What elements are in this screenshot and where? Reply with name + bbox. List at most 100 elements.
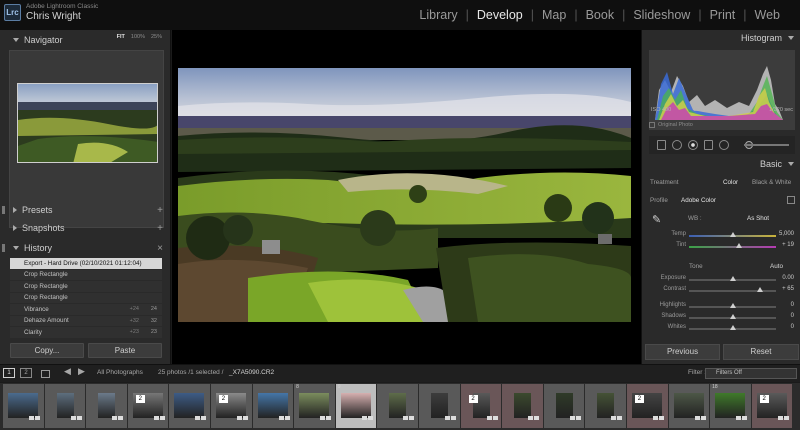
module-web[interactable]: Web	[755, 8, 780, 22]
filmstrip-thumbnail[interactable]	[252, 384, 294, 428]
slider-knob[interactable]	[729, 314, 736, 319]
slider-knob[interactable]	[757, 287, 764, 292]
original-photo-checkbox[interactable]	[649, 122, 655, 128]
filmstrip-thumbnail[interactable]: 2	[210, 384, 252, 428]
module-book[interactable]: Book	[586, 8, 615, 22]
zoom-fit[interactable]: FIT	[117, 34, 125, 40]
filmstrip-thumbnail[interactable]	[3, 384, 44, 428]
slider-knob[interactable]	[729, 276, 736, 281]
slider-exposure[interactable]: Exposure 0.00	[642, 275, 800, 285]
module-map[interactable]: Map	[542, 8, 566, 22]
tone-auto-button[interactable]: Auto	[770, 263, 783, 270]
graduated-filter-icon[interactable]	[704, 140, 713, 150]
paste-button[interactable]: Paste	[88, 343, 162, 358]
main-window-button[interactable]: 1	[3, 368, 15, 378]
snapshots-header[interactable]: Snapshots +	[0, 220, 171, 236]
filmstrip-thumbnail[interactable]	[543, 384, 585, 428]
filmstrip-thumbnail[interactable]	[585, 384, 626, 428]
profile-browser-icon[interactable]	[787, 196, 795, 204]
module-library[interactable]: Library	[419, 8, 457, 22]
histogram-panel[interactable]: ISO 400 124 mm f / 10 1/320 sec	[649, 50, 795, 130]
filmstrip-thumbnail[interactable]: 2	[626, 384, 668, 428]
slider-value[interactable]: 0	[791, 313, 794, 319]
selected-filename[interactable]: _X7A5090.CR2	[229, 369, 274, 376]
slider-knob[interactable]	[729, 232, 736, 237]
clear-history-icon[interactable]: ×	[157, 243, 163, 254]
slider-value[interactable]: 0	[791, 324, 794, 330]
slider-knob[interactable]	[729, 325, 736, 330]
user-name[interactable]: Chris Wright	[26, 11, 81, 22]
slider-temp[interactable]: Temp 5,000	[642, 231, 800, 241]
histogram-title[interactable]: Histogram	[741, 33, 782, 43]
zoom-100[interactable]: 100%	[131, 34, 145, 40]
filter-select[interactable]: Filters Off	[705, 368, 797, 379]
previous-button[interactable]: Previous	[645, 344, 720, 360]
wb-select[interactable]: As Shot	[747, 215, 769, 222]
filmstrip-thumbnail[interactable]	[668, 384, 710, 428]
radial-filter-icon[interactable]	[719, 140, 729, 150]
history-item[interactable]: Clarity +23 23	[10, 327, 162, 338]
history-item[interactable]: Crop Rectangle	[10, 281, 162, 293]
slider-knob[interactable]	[735, 243, 742, 248]
brush-slider[interactable]	[744, 144, 789, 146]
presets-header[interactable]: Presets +	[0, 202, 171, 218]
filmstrip-thumbnail[interactable]: 2	[751, 384, 793, 428]
red-eye-tool-icon[interactable]	[688, 140, 698, 150]
filmstrip-thumbnail[interactable]	[86, 384, 127, 428]
add-snapshot-icon[interactable]: +	[157, 223, 163, 234]
filmstrip-thumbnail[interactable]	[377, 384, 418, 428]
back-arrow-icon[interactable]: ◀	[64, 366, 71, 377]
slider-track[interactable]	[689, 246, 776, 248]
slider-tint[interactable]: Tint + 19	[642, 242, 800, 252]
module-print[interactable]: Print	[710, 8, 736, 22]
basic-panel-title[interactable]: Basic	[760, 159, 782, 169]
zoom-25[interactable]: 25%	[151, 34, 162, 40]
module-develop[interactable]: Develop	[477, 8, 523, 22]
grid-view-icon[interactable]	[41, 370, 50, 378]
history-item[interactable]: Vibrance +24 24	[10, 304, 162, 316]
slider-value[interactable]: + 65	[782, 286, 794, 292]
reset-button[interactable]: Reset	[723, 344, 799, 360]
treatment-bw-option[interactable]: Black & White	[752, 179, 791, 186]
filmstrip-thumbnail[interactable]	[44, 384, 86, 428]
filmstrip-thumbnail[interactable]	[418, 384, 460, 428]
history-item[interactable]: Export - Hard Drive (02/10/2021 01:12:04…	[10, 258, 162, 270]
slider-value[interactable]: 5,000	[779, 231, 794, 237]
history-item[interactable]: Crop Rectangle	[10, 270, 162, 281]
slider-shadows[interactable]: Shadows 0	[642, 313, 800, 323]
filmstrip-thumbnail[interactable]: 9	[335, 384, 377, 428]
module-slideshow[interactable]: Slideshow	[633, 8, 690, 22]
filmstrip-thumbnail[interactable]: 8	[294, 384, 335, 428]
profile-select[interactable]: Adobe Color	[681, 197, 716, 204]
filmstrip-thumbnail[interactable]: 2	[460, 384, 502, 428]
filmstrip-thumbnail[interactable]	[169, 384, 210, 428]
original-photo-toggle[interactable]: Original Photo	[649, 122, 693, 128]
second-window-button[interactable]: 2	[20, 368, 32, 378]
source-label[interactable]: All Photographs	[97, 369, 143, 376]
collapse-triangle-icon[interactable]	[788, 162, 794, 166]
history-item[interactable]: Crop Rectangle	[10, 293, 162, 304]
navigator-thumbnail[interactable]	[17, 83, 158, 163]
slider-highlights[interactable]: Highlights 0	[642, 302, 800, 312]
slider-whites[interactable]: Whites 0	[642, 324, 800, 334]
history-item[interactable]: Dehaze Amount +32 32	[10, 316, 162, 327]
add-preset-icon[interactable]: +	[157, 205, 163, 216]
history-header[interactable]: History ×	[0, 240, 171, 256]
slider-value[interactable]: 0.00	[782, 275, 794, 281]
wb-eyedropper-icon[interactable]: ✎	[652, 213, 666, 227]
filmstrip-thumbnail[interactable]: 2	[127, 384, 169, 428]
treatment-color-option[interactable]: Color	[723, 179, 738, 186]
collapse-triangle-icon[interactable]	[788, 36, 794, 40]
filmstrip-thumbnail[interactable]	[502, 384, 543, 428]
slider-value[interactable]: + 19	[782, 242, 794, 248]
main-photo[interactable]	[178, 68, 631, 322]
spot-removal-tool-icon[interactable]	[672, 140, 682, 150]
filmstrip-thumbnail[interactable]: 18	[710, 384, 751, 428]
crop-tool-icon[interactable]	[657, 140, 666, 150]
forward-arrow-icon[interactable]: ▶	[78, 366, 85, 377]
slider-knob[interactable]	[729, 303, 736, 308]
slider-value[interactable]: 0	[791, 302, 794, 308]
module-separator: |	[465, 8, 469, 22]
slider-contrast[interactable]: Contrast + 65	[642, 286, 800, 296]
copy-button[interactable]: Copy...	[10, 343, 84, 358]
